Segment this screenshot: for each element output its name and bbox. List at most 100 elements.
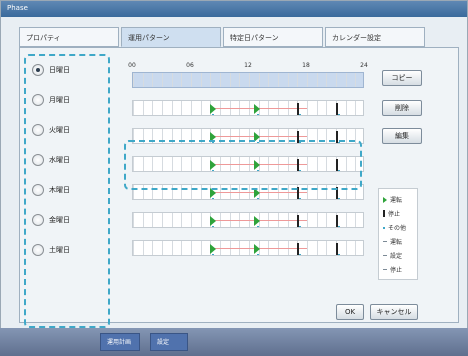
hour-gridline [181,213,183,227]
edit-button[interactable]: 編集 [382,128,422,144]
hour-gridline [326,241,328,255]
hour-gridline [133,241,134,255]
legend-panel: 運転 停止 その他 運転 設定 停止 [378,188,418,280]
run-marker[interactable] [210,216,217,226]
hour-gridline [142,241,144,255]
hour-gridline [345,73,347,87]
delete-button[interactable]: 削除 [382,100,422,116]
hour-gridline [229,73,231,87]
hour-gridline [316,241,318,255]
hour-gridline [278,73,279,87]
schedule-row-saturday[interactable] [132,240,364,256]
callout-schedule-rows [124,140,362,190]
hour-gridline [200,101,202,115]
hour-gridline [162,213,163,227]
tick-label: 00 [128,62,136,69]
tab-operation-pattern[interactable]: 運用パターン [121,27,221,47]
hour-gridline [316,73,318,87]
other-dot [299,198,302,199]
hour-gridline [152,213,154,227]
run-marker[interactable] [210,104,217,114]
other-dot [212,198,215,199]
stop-icon [383,210,385,217]
hour-gridline [133,101,134,115]
tick-label: 24 [360,62,368,69]
hour-gridline [307,241,308,255]
hour-gridline [249,73,250,87]
hour-gridline [268,73,270,87]
legend-run2: 運転 [383,237,402,246]
schedule-row-sunday[interactable] [132,72,364,88]
tab-bar: プロパティ 運用パターン 特定日パターン カレンダー設定 [19,27,459,47]
hour-gridline [345,241,347,255]
hour-gridline [191,73,192,87]
taskbar: 運用計画 設定 [0,328,468,356]
play-icon [383,196,387,203]
run-marker[interactable] [210,244,217,254]
hour-gridline [152,241,154,255]
other-dot [256,114,259,115]
hour-gridline [200,241,202,255]
legend-other: その他 [383,223,406,232]
schedule-row-friday[interactable] [132,212,364,228]
hour-gridline [142,73,144,87]
other-dot [337,114,340,115]
hour-gridline [181,101,183,115]
hour-gridline [297,73,299,87]
tab-property[interactable]: プロパティ [19,27,119,47]
run-marker[interactable] [253,104,260,114]
callout-day-list [24,54,110,328]
other-dot [299,114,302,115]
tick-label: 12 [244,62,252,69]
other-dot [299,254,302,255]
hour-gridline [133,73,134,87]
hour-gridline [171,213,173,227]
hour-gridline [336,73,337,87]
hour-gridline [316,213,318,227]
other-dot [299,226,302,227]
hour-gridline [171,101,173,115]
legend-run: 運転 [383,195,402,204]
hour-gridline [326,101,328,115]
tab-calendar-settings[interactable]: カレンダー設定 [325,27,425,47]
hour-gridline [307,73,308,87]
window-title: Phase [7,4,28,12]
other-dot [212,254,215,255]
hour-gridline [191,213,192,227]
hour-gridline [152,73,154,87]
legend-stop2: 停止 [383,265,402,274]
run-marker[interactable] [253,216,260,226]
hour-gridline [200,73,202,87]
hour-gridline [258,73,260,87]
hour-gridline [200,213,202,227]
ok-button[interactable]: OK [336,304,364,320]
cancel-button[interactable]: キャンセル [370,304,418,320]
other-dot [212,226,215,227]
legend-setting: 設定 [383,251,402,260]
hour-gridline [181,73,183,87]
hour-gridline [355,241,357,255]
hour-gridline [181,241,183,255]
hour-gridline [191,241,192,255]
other-dot [256,226,259,227]
taskbar-item-2[interactable]: 設定 [150,333,188,351]
hour-gridline [142,101,144,115]
hour-gridline [287,73,289,87]
hour-gridline [355,101,357,115]
tab-special-day-pattern[interactable]: 特定日パターン [223,27,323,47]
other-dot [337,226,340,227]
tick-label: 18 [302,62,310,69]
run-marker[interactable] [253,244,260,254]
taskbar-item-1[interactable]: 運用計画 [100,333,140,351]
hour-gridline [326,73,328,87]
schedule-row-monday[interactable] [132,100,364,116]
hour-gridline [152,101,154,115]
other-dot [256,254,259,255]
other-dot [337,254,340,255]
copy-button[interactable]: コピー [382,70,422,86]
hour-gridline [142,213,144,227]
hour-gridline [162,241,163,255]
line-icon [383,255,387,256]
hour-gridline [355,213,357,227]
hour-gridline [133,213,134,227]
